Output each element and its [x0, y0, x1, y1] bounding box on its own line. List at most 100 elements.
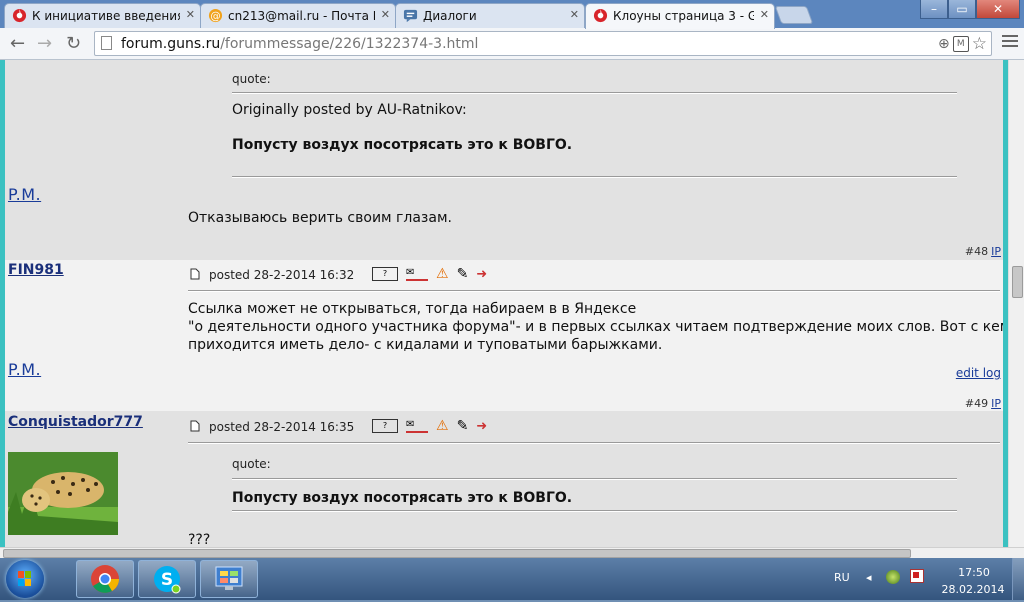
tray-network-icon[interactable]	[886, 570, 900, 584]
url-text[interactable]: forum.guns.ru/forummessage/226/1322374-3…	[121, 36, 478, 52]
post-doc-icon	[190, 420, 200, 432]
tab-title: Клоуны страница 3 - Gun	[613, 9, 754, 23]
tray-expand-icon[interactable]: ◂	[866, 571, 872, 584]
send-message-icon[interactable]: ✉	[406, 419, 428, 433]
clock-time[interactable]: 17:50	[949, 566, 999, 579]
back-arrow-icon[interactable]: ←	[10, 34, 25, 54]
tab-mail[interactable]: @ cn213@mail.ru - Почта M ✕	[200, 3, 396, 28]
close-window-icon[interactable]: ✕	[976, 0, 1020, 19]
tab-close-icon[interactable]: ✕	[570, 8, 579, 22]
pm-link[interactable]: P.M.	[8, 185, 41, 204]
windows-start-icon[interactable]	[6, 560, 44, 598]
reload-icon[interactable]: ↻	[66, 34, 81, 54]
ip-link[interactable]: IP	[991, 245, 1001, 258]
edit-pencil-icon[interactable]: ✎	[457, 418, 469, 434]
address-bar[interactable]: forum.guns.ru/forummessage/226/1322374-3…	[94, 31, 992, 56]
quote-label: quote:	[232, 457, 271, 471]
url-path: /forummessage/226/1322374-3.html	[220, 36, 479, 52]
message-line: "о деятельности одного участника форума"…	[188, 319, 1011, 335]
tab-title: cn213@mail.ru - Почта M	[228, 9, 375, 23]
post-number: #49 IP	[965, 397, 1001, 410]
extension-shield-icon[interactable]: M	[952, 36, 969, 52]
horizontal-scrollbar[interactable]	[0, 547, 1024, 558]
pm-link[interactable]: P.M.	[8, 360, 41, 379]
tab-close-icon[interactable]: ✕	[760, 8, 769, 22]
control-panel-icon	[215, 566, 243, 590]
message-text: Отказываюсь верить своим глазам.	[188, 210, 452, 226]
tab-close-icon[interactable]: ✕	[186, 8, 195, 22]
quote-reply-icon[interactable]: ➜	[476, 419, 487, 434]
username-link[interactable]: FIN981	[8, 262, 64, 278]
windows-logo-icon	[18, 571, 31, 586]
show-desktop-button[interactable]	[1012, 558, 1024, 600]
taskbar-chrome[interactable]	[76, 560, 134, 598]
forum-post-50: #49 IP Conquistador777 posted 28-2-2014 1…	[5, 397, 1003, 547]
maximize-icon[interactable]: ▭	[948, 0, 976, 19]
quote-divider	[232, 92, 957, 94]
chrome-icon	[91, 565, 119, 593]
minimize-icon[interactable]: –	[920, 0, 948, 19]
taskbar-skype[interactable]: S	[138, 560, 196, 598]
post-divider	[188, 442, 1000, 444]
guns-forum-icon	[12, 8, 27, 23]
profile-icon[interactable]: ?	[372, 267, 398, 281]
profile-icon[interactable]: ?	[372, 419, 398, 433]
tab-clowns-active[interactable]: Клоуны страница 3 - Gun ✕	[585, 3, 775, 29]
svg-text:@: @	[210, 10, 220, 22]
tab-title: К инициативе введения о	[32, 9, 180, 23]
browser-toolbar: ← → ↻ forum.guns.ru/forummessage/226/132…	[0, 28, 1024, 60]
chrome-menu-icon[interactable]	[1002, 35, 1018, 50]
tab-title: Диалоги	[423, 9, 477, 23]
username-link[interactable]: Conquistador777	[8, 414, 143, 430]
vertical-scrollbar[interactable]	[1008, 60, 1024, 547]
language-indicator[interactable]: RU	[834, 571, 850, 584]
window-controls: – ▭ ✕	[920, 0, 1020, 20]
page-icon	[101, 36, 112, 50]
post-number: #48 IP	[965, 245, 1001, 258]
quote-text: Попусту воздух посотрясать это к ВОВГО.	[232, 137, 573, 153]
edit-pencil-icon[interactable]: ✎	[457, 266, 469, 282]
tab-strip: К инициативе введения о ✕ @ cn213@mail.r…	[0, 0, 1024, 29]
quote-reply-icon[interactable]: ➜	[476, 267, 487, 282]
quote-author: Originally posted by AU-Ratnikov:	[232, 102, 467, 118]
clock-date[interactable]: 28.02.2014	[941, 583, 1005, 596]
alert-icon[interactable]: ⚠	[436, 418, 449, 434]
scroll-thumb[interactable]	[3, 549, 911, 558]
forum-page: quote: Originally posted by AU-Ratnikov:…	[0, 60, 1024, 547]
quote-divider	[232, 510, 957, 512]
forum-post-48: quote: Originally posted by AU-Ratnikov:…	[5, 60, 1003, 260]
quote-divider	[232, 176, 957, 178]
mail-at-icon: @	[208, 8, 223, 22]
quote-label: quote:	[232, 72, 271, 86]
forward-arrow-icon[interactable]: →	[37, 34, 52, 54]
tab-close-icon[interactable]: ✕	[381, 8, 390, 22]
ip-link[interactable]: IP	[991, 397, 1001, 410]
forum-post-49: FIN981 posted 28-2-2014 16:32 ? ✉ ⚠ ✎ ➜ …	[5, 260, 1011, 411]
post-actions: ? ✉ ⚠ ✎ ➜	[372, 266, 487, 282]
posted-date: posted 28-2-2014 16:35	[209, 420, 355, 434]
post-divider	[188, 290, 1000, 292]
tray-notification-flag-icon[interactable]	[910, 569, 924, 583]
post-actions: ? ✉ ⚠ ✎ ➜	[372, 418, 487, 434]
bookmark-star-icon[interactable]: ☆	[972, 34, 987, 54]
new-tab-button[interactable]	[774, 6, 814, 24]
edit-log-link[interactable]: edit log	[956, 366, 1001, 380]
alert-icon[interactable]: ⚠	[436, 266, 449, 282]
message-line: Ссылка может не открываться, тогда набир…	[188, 301, 637, 317]
message-line: приходится иметь дело- с кидалами и тупо…	[188, 337, 663, 353]
tab-guns-initiative[interactable]: К инициативе введения о ✕	[4, 3, 201, 28]
message-text: ???	[188, 532, 211, 547]
quote-text: Попусту воздух посотрясать это к ВОВГО.	[232, 490, 573, 506]
post-doc-icon	[190, 268, 200, 280]
zoom-icon[interactable]: ⊕	[938, 36, 950, 52]
taskbar-control-panel[interactable]	[200, 560, 258, 598]
message-text: Ссылка может не открываться, тогда набир…	[188, 300, 1011, 354]
scroll-thumb[interactable]	[1012, 266, 1023, 298]
skype-icon: S	[154, 566, 181, 594]
url-host: forum.guns.ru	[121, 36, 221, 52]
posted-date: posted 28-2-2014 16:32	[209, 268, 355, 282]
send-message-icon[interactable]: ✉	[406, 267, 428, 281]
tab-dialogs[interactable]: Диалоги ✕	[395, 3, 585, 28]
post-number-label: #49	[964, 397, 989, 410]
quote-divider	[232, 478, 957, 480]
